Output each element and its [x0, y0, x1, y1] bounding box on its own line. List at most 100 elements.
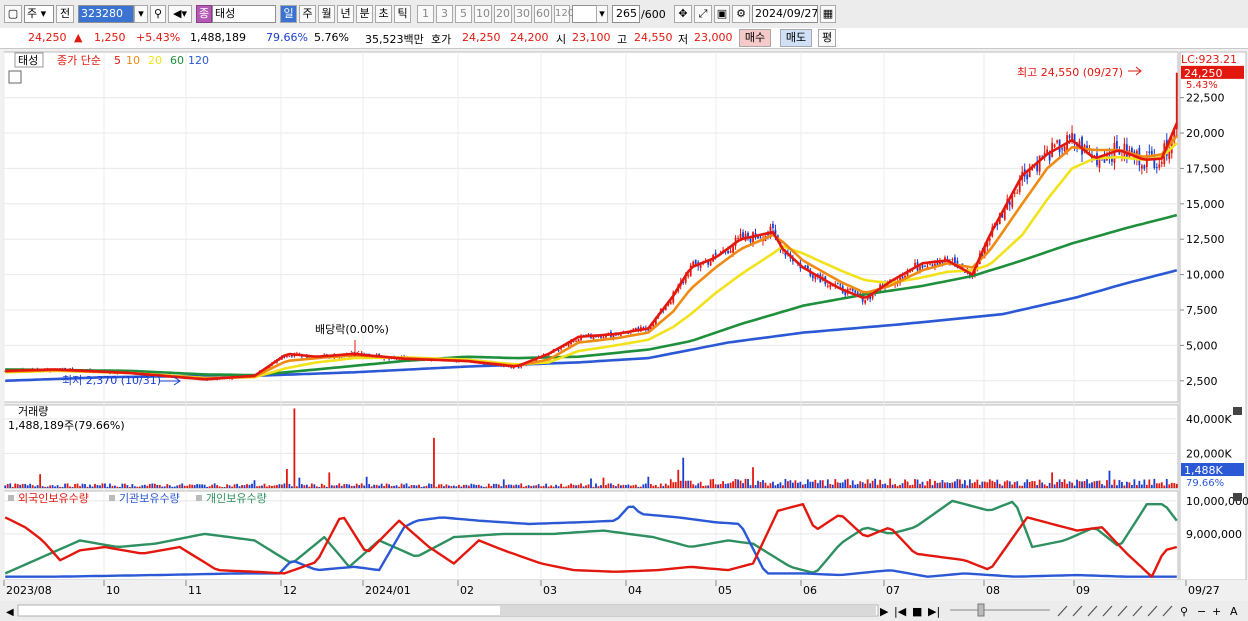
candle — [732, 246, 734, 253]
volume-bar — [844, 479, 847, 488]
display-count-input[interactable]: 265 — [612, 5, 640, 23]
auto-scale-icon[interactable]: A — [1230, 605, 1238, 618]
volume-bar — [44, 486, 47, 488]
chevron-down-icon[interactable]: ▾ — [134, 5, 148, 23]
volume-bar — [420, 486, 423, 488]
interval-10-button[interactable]: 10 — [474, 5, 492, 23]
period-second-button[interactable]: 초 — [375, 5, 392, 23]
volume-bar — [480, 485, 483, 488]
volume-bar — [1011, 484, 1014, 488]
speaker-icon[interactable]: ◀▾ — [168, 5, 192, 23]
volume-bar — [191, 484, 194, 488]
volume-bar — [168, 485, 171, 488]
volume-bar — [684, 480, 687, 488]
interval-20-button[interactable]: 20 — [494, 5, 512, 23]
zoom-in-icon[interactable]: + — [1212, 605, 1221, 618]
zoom-icon[interactable]: ⤢ — [694, 5, 712, 23]
volume-bar — [114, 485, 116, 488]
candle — [836, 282, 839, 284]
candle — [1038, 155, 1041, 172]
period-minute-button[interactable]: 분 — [356, 5, 373, 23]
current-price: 24,250 — [28, 31, 67, 44]
chevron-down-icon[interactable]: ▾ — [596, 5, 608, 23]
volume-bar — [657, 487, 660, 488]
bid-ask-label: 호가 — [431, 33, 452, 46]
interval-1-button[interactable]: 1 — [417, 5, 434, 23]
crosshair-icon[interactable]: ✥ — [674, 5, 692, 23]
volume-bar — [924, 485, 926, 488]
volume-bar — [525, 485, 528, 488]
last-icon[interactable]: ▶| — [928, 605, 940, 618]
interval-5-button[interactable]: 5 — [455, 5, 472, 23]
search-icon[interactable]: ⚲ — [1180, 605, 1188, 618]
volume-bar — [629, 485, 632, 488]
stop-icon[interactable]: ■ — [912, 605, 922, 618]
average-button[interactable]: 평 — [818, 29, 836, 47]
volume-bar — [251, 483, 253, 488]
interval-30-button[interactable]: 30 — [514, 5, 532, 23]
candle — [517, 367, 520, 369]
volume-bar — [512, 485, 515, 488]
volume-bar — [156, 484, 159, 488]
volume-bar — [418, 484, 420, 488]
volume-bar — [582, 486, 585, 488]
volume-bar — [1041, 482, 1044, 488]
volume-bar — [477, 484, 480, 488]
zoom-out-icon[interactable]: − — [1197, 605, 1206, 618]
sell-button[interactable]: 매도 — [780, 29, 812, 47]
interval-3-button[interactable]: 3 — [436, 5, 453, 23]
search-icon[interactable]: ⚲ — [150, 5, 166, 23]
period-tick-button[interactable]: 틱 — [394, 5, 411, 23]
candle — [826, 285, 829, 287]
x-tick-label: 11 — [188, 584, 202, 597]
volume-bar — [288, 484, 291, 488]
stock-name-field[interactable]: 태성 — [212, 5, 276, 23]
candle — [620, 334, 622, 336]
ma-legend-60: 60 — [170, 54, 184, 67]
volume-bar — [51, 485, 54, 488]
market-type-select[interactable]: 주 ▾ — [24, 5, 54, 23]
volume-bar — [717, 484, 720, 488]
volume-bar — [874, 478, 877, 488]
period-day-button[interactable]: 일 — [280, 5, 297, 23]
interval-60-button[interactable]: 60 — [534, 5, 552, 23]
first-icon[interactable]: |◀ — [894, 605, 907, 618]
volume-bar — [487, 483, 490, 488]
volume-bar — [620, 485, 622, 488]
volume-bar — [256, 486, 258, 488]
volume-bar — [39, 474, 42, 488]
volume-bar — [839, 482, 842, 488]
current-volume-pct: 79.66% — [1186, 478, 1224, 489]
candle — [699, 265, 702, 268]
low-label: 저 — [678, 33, 689, 46]
volume-bar — [4, 485, 7, 488]
save-icon[interactable]: ▣ — [714, 5, 730, 23]
volume-bar — [772, 481, 774, 488]
volume-bar — [931, 485, 934, 488]
period-year-button[interactable]: 년 — [337, 5, 354, 23]
trade-amount: 35,523백만 — [365, 33, 424, 46]
volume-bar — [123, 483, 126, 488]
stock-chart[interactable]: 2,500 5,000 7,500 10,000 12,500 15,000 17,500 2… — [0, 50, 1248, 621]
volume-bar — [919, 483, 921, 488]
candle — [921, 265, 924, 268]
calendar-icon[interactable]: ▦ — [820, 5, 836, 23]
interval-120-button[interactable]: 120 — [554, 5, 574, 23]
volume-bar — [196, 484, 199, 488]
period-week-button[interactable]: 주 — [299, 5, 316, 23]
buy-button[interactable]: 매수 — [739, 29, 771, 47]
volume-bar — [879, 479, 882, 488]
prev-button[interactable]: 전 — [56, 5, 74, 23]
legend-marker — [196, 495, 202, 501]
volume-bar — [627, 484, 630, 488]
volume-bar — [697, 483, 700, 488]
volume-bar — [624, 485, 627, 488]
volume-bar — [824, 485, 827, 488]
period-month-button[interactable]: 월 — [318, 5, 335, 23]
scroll-right-icon[interactable]: ▶ — [880, 605, 889, 618]
gear-icon[interactable]: ⚙ — [732, 5, 750, 23]
date-input[interactable]: 2024/09/27 — [752, 5, 818, 23]
layout-icon[interactable]: ▢ — [4, 5, 22, 23]
stock-code-input[interactable]: 323280 — [78, 5, 134, 23]
volume-bar — [1108, 470, 1111, 488]
